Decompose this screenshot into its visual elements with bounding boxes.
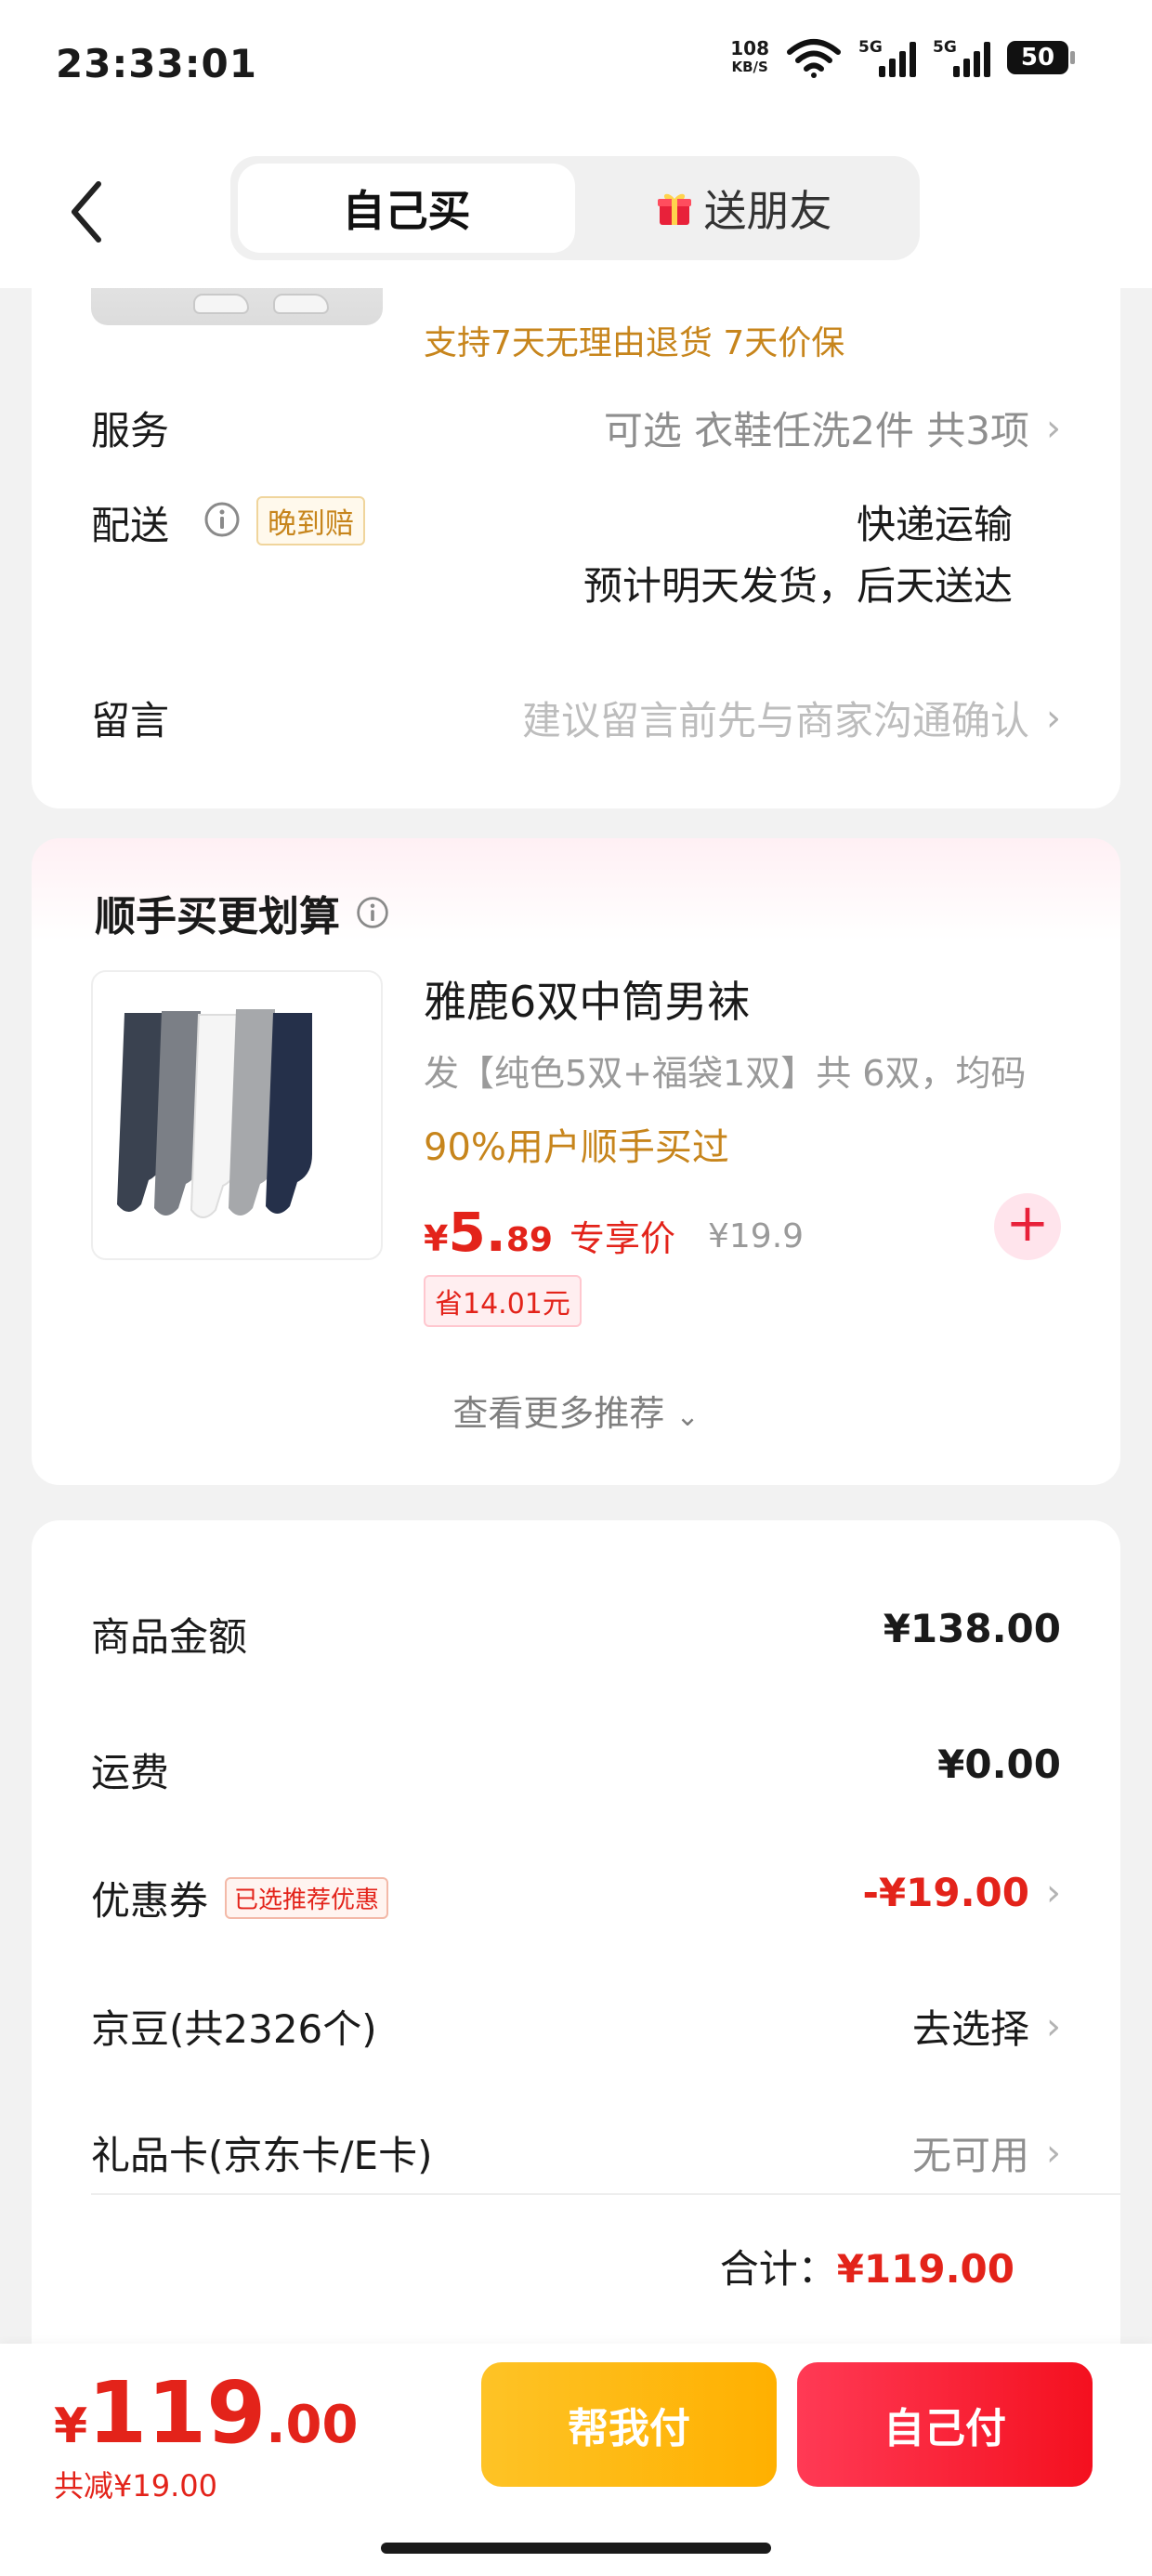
delivery-info: 快递运输 预计明天发货，后天送达 (583, 494, 1013, 617)
home-indicator[interactable] (381, 2543, 771, 2554)
info-icon[interactable] (203, 500, 242, 539)
wifi-icon (787, 39, 841, 78)
more-recommendations-link[interactable]: 查看更多推荐 ⌄ (32, 1385, 1120, 1436)
pay-myself-label: 自己付 (884, 2405, 1006, 2452)
tab-send-to-friend[interactable]: 送朋友 (575, 164, 912, 253)
save-badge: 省14.01元 (424, 1275, 582, 1327)
chevron-right-icon: › (1046, 1871, 1061, 1914)
shipping-row: 运费 ¥0.00 (91, 1741, 1061, 1797)
coupon-row[interactable]: 优惠券 已选推荐优惠 -¥19.00 › (91, 1870, 1061, 1925)
pay-myself-button[interactable]: 自己付 (797, 2362, 1093, 2487)
checkout-bar: ¥ 119 .00 共减¥19.00 帮我付 自己付 (0, 2344, 1152, 2576)
coupon-value-wrap: -¥19.00 › (862, 1870, 1061, 1915)
divider (91, 2193, 1120, 2195)
jd-beans-value: 去选择 (911, 2006, 1029, 2052)
addon-recommend-card: 顺手买更划算 雅鹿6双中筒男袜 发【纯色5双+福袋1双】共 6双，均码 90%用… (32, 838, 1120, 1485)
price-summary-card: 商品金额 ¥138.00 运费 ¥0.00 优惠券 已选推荐优惠 -¥19.00… (32, 1520, 1120, 2357)
addon-bought-text: 90%用户顺手买过 (424, 1126, 729, 1169)
addon-product-image[interactable] (91, 970, 383, 1260)
delivery-method: 快递运输 (856, 502, 1013, 547)
chevron-left-icon[interactable] (61, 175, 117, 249)
guarantee-text: 支持7天无理由退货 7天价保 (424, 324, 845, 362)
service-value: 可选 衣鞋任洗2件 共3项 (603, 408, 1029, 453)
goods-amount-row: 商品金额 ¥138.00 (91, 1606, 1061, 1662)
shipping-value: ¥0.00 (937, 1741, 1061, 1787)
network-speed-value: 108 (730, 37, 769, 59)
goods-amount-value: ¥138.00 (883, 1606, 1061, 1651)
coupon-value: -¥19.00 (862, 1870, 1029, 1915)
addon-price-yen: ¥ (424, 1218, 449, 1259)
battery-icon: 50 (1007, 41, 1075, 74)
addon-price-tag: 专享价 (569, 1218, 675, 1259)
pay-amount: ¥ 119 .00 (54, 2362, 358, 2464)
gift-card-row[interactable]: 礼品卡(京东卡/E卡) 无可用 › (91, 2124, 1061, 2180)
tab-buy-for-self[interactable]: 自己买 (238, 164, 575, 253)
socks-image (117, 1009, 312, 1218)
signal-label: 5G (933, 38, 957, 57)
pay-amount-integer: 119 (87, 2363, 267, 2463)
battery-level: 50 (1020, 44, 1055, 72)
jd-beans-row[interactable]: 京豆(共2326个) 去选择 › (91, 1998, 1061, 2054)
jd-beans-value-wrap: 去选择 › (912, 1998, 1061, 2055)
chevron-right-icon: › (1046, 406, 1061, 450)
addon-title: 顺手买更划算 (95, 883, 390, 942)
shipping-value-wrap: ¥0.00 (937, 1741, 1061, 1787)
late-compensation-badge: 晚到赔 (256, 496, 365, 545)
pay-amount-yen: ¥ (54, 2399, 88, 2454)
add-addon-button[interactable]: + (994, 1193, 1061, 1260)
service-label: 服务 (91, 408, 170, 453)
shipping-label: 运费 (91, 1750, 170, 1795)
addon-original-price: ¥19.9 (708, 1217, 805, 1255)
purchase-mode-switch: 自己买 送朋友 (230, 156, 920, 260)
network-speed-unit: KB/S (731, 59, 768, 75)
status-indicators: 108 KB/S 5G 5G 50 (730, 37, 1075, 78)
network-speed: 108 KB/S (730, 39, 769, 76)
signal-5g-icon: 5G (858, 38, 916, 77)
total-label: 合计： (719, 2246, 837, 2292)
help-me-pay-label: 帮我付 (568, 2405, 690, 2452)
addon-price: ¥ 5. 89 专享价 (424, 1201, 675, 1264)
gift-icon (657, 193, 691, 225)
chevron-right-icon: › (1046, 2004, 1061, 2048)
pay-amount-decimal: .00 (266, 2395, 359, 2455)
goods-amount-value-wrap: ¥138.00 (884, 1606, 1061, 1651)
coupon-label-wrap: 优惠券 已选推荐优惠 (91, 1870, 389, 1926)
more-recommendations-label: 查看更多推荐 (452, 1393, 665, 1434)
note-placeholder: 建议留言前先与商家沟通确认 (521, 698, 1029, 743)
signal-label: 5G (858, 38, 883, 57)
gift-card-value: 无可用 (911, 2133, 1029, 2178)
gift-card-label: 礼品卡(京东卡/E卡) (91, 2133, 433, 2178)
addon-product-spec: 发【纯色5双+福袋1双】共 6双，均码 (424, 1053, 1027, 1094)
note-value-wrap: 建议留言前先与商家沟通确认 › (522, 690, 1061, 746)
service-value-wrap: 可选 衣鞋任洗2件 共3项 › (604, 400, 1061, 456)
chevron-right-icon: › (1046, 2131, 1061, 2175)
total-value: ¥119.00 (836, 2246, 1015, 2292)
jd-beans-label: 京豆(共2326个) (91, 2006, 377, 2052)
status-time: 23:33:01 (56, 41, 257, 86)
status-bar: 23:33:01 108 KB/S 5G 5G 50 (0, 0, 1152, 139)
tab-send-to-friend-label: 送朋友 (703, 186, 832, 236)
delivery-label: 配送 (91, 503, 170, 548)
chevron-right-icon: › (1046, 696, 1061, 740)
delivery-row: 配送 晚到赔 快递运输 预计明天发货，后天送达 (91, 494, 1061, 624)
note-label: 留言 (91, 698, 170, 743)
addon-price-decimal: 89 (505, 1221, 553, 1259)
goods-amount-label: 商品金额 (91, 1614, 248, 1660)
total-discount: 共减¥19.00 (54, 2468, 217, 2504)
tab-buy-for-self-label: 自己买 (342, 186, 471, 236)
delivery-eta: 预计明天发货，后天送达 (583, 563, 1013, 609)
info-icon[interactable] (355, 895, 390, 930)
order-info-card: 支持7天无理由退货 7天价保 服务 可选 衣鞋任洗2件 共3项 › 配送 晚到赔… (32, 223, 1120, 808)
nav-bar: 自己买 送朋友 (0, 139, 1152, 288)
signal-5g-icon: 5G (933, 38, 990, 77)
gift-card-value-wrap: 无可用 › (912, 2124, 1061, 2181)
help-me-pay-button[interactable]: 帮我付 (481, 2362, 777, 2487)
addon-price-integer: 5. (448, 1201, 506, 1264)
order-total: 合计： ¥119.00 (720, 2238, 1015, 2294)
addon-title-text: 顺手买更划算 (95, 893, 340, 940)
addon-product-name[interactable]: 雅鹿6双中筒男袜 (424, 968, 750, 1030)
coupon-badge: 已选推荐优惠 (225, 1877, 389, 1919)
chevron-down-icon: ⌄ (675, 1400, 700, 1433)
coupon-label: 优惠券 (91, 1878, 209, 1924)
